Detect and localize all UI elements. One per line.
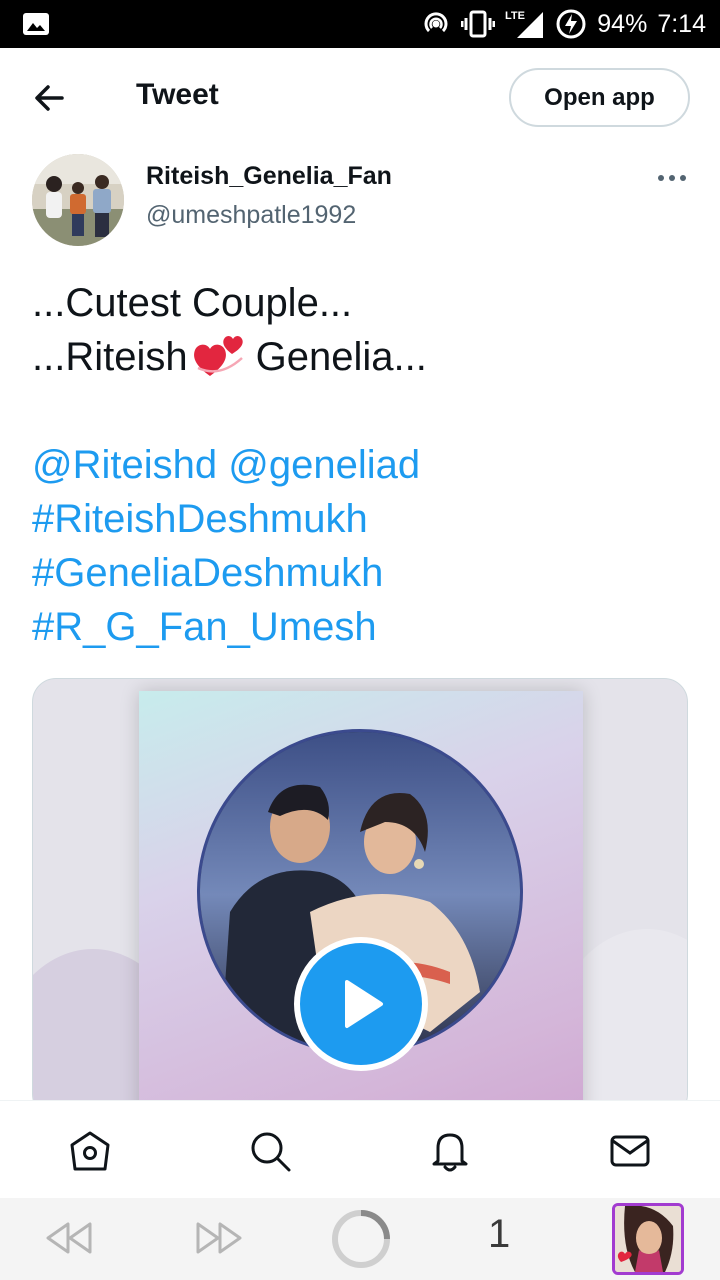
tweet-line: ...Cutest Couple... bbox=[32, 281, 353, 325]
tweet-line: ...Riteish Genelia... bbox=[32, 330, 692, 384]
more-dot bbox=[669, 175, 675, 181]
more-dot bbox=[658, 175, 664, 181]
tweet-line: @Riteishd @geneliad bbox=[32, 438, 692, 492]
tab-thumbnail-image bbox=[615, 1206, 681, 1272]
hashtag-link[interactable]: #R_G_Fan_Umesh bbox=[32, 600, 692, 654]
tweet-header: Tweet Open app bbox=[0, 48, 720, 148]
search-icon[interactable] bbox=[248, 1129, 292, 1173]
play-button[interactable] bbox=[294, 937, 428, 1071]
vibrate-icon bbox=[461, 10, 496, 38]
loading-icon[interactable] bbox=[330, 1208, 392, 1270]
author-name[interactable]: Riteish_Genelia_Fan bbox=[146, 162, 392, 191]
page-title: Tweet bbox=[136, 78, 219, 111]
hashtag-link[interactable]: #GeneliaDeshmukh bbox=[32, 546, 692, 600]
forward-icon[interactable] bbox=[190, 1218, 244, 1258]
notifications-icon[interactable] bbox=[428, 1129, 472, 1173]
avatar[interactable] bbox=[32, 154, 124, 246]
play-icon bbox=[345, 980, 383, 1028]
tweet-text-segment: ...Riteish bbox=[32, 335, 188, 379]
tab-count[interactable]: 1 bbox=[488, 1212, 510, 1257]
tab-thumbnail[interactable] bbox=[612, 1203, 684, 1275]
signal-icon: LTE bbox=[505, 10, 544, 38]
clock: 7:14 bbox=[657, 9, 706, 38]
home-icon[interactable] bbox=[68, 1129, 112, 1173]
revolving-hearts-emoji bbox=[193, 336, 243, 376]
open-app-button[interactable]: Open app bbox=[509, 68, 690, 127]
back-icon[interactable] bbox=[44, 1218, 98, 1258]
battery-percent: 94% bbox=[597, 9, 648, 38]
battery-saver-icon bbox=[556, 9, 586, 39]
hashtag-link[interactable]: #RiteishDeshmukh bbox=[32, 492, 692, 546]
tweet-text: ...Cutest Couple... ...Riteish Genelia..… bbox=[32, 276, 692, 654]
author-handle[interactable]: @umeshpatle1992 bbox=[146, 201, 356, 230]
gallery-icon bbox=[23, 13, 49, 35]
avatar-image bbox=[32, 154, 124, 246]
messages-icon[interactable] bbox=[608, 1129, 652, 1173]
hotspot-icon bbox=[424, 12, 448, 33]
tweet-text-segment: Genelia... bbox=[255, 335, 427, 379]
mention-link[interactable]: @Riteishd bbox=[32, 443, 217, 487]
bottom-navigation bbox=[0, 1100, 720, 1198]
arrow-left-icon[interactable] bbox=[28, 78, 70, 118]
mention-link[interactable]: @geneliad bbox=[228, 443, 420, 487]
status-icons: LTE 94% 7:14 bbox=[421, 0, 706, 48]
status-bar: LTE 94% 7:14 bbox=[0, 0, 720, 48]
browser-toolbar: 1 bbox=[0, 1198, 720, 1280]
svg-text:LTE: LTE bbox=[505, 10, 525, 22]
more-options-icon[interactable] bbox=[652, 166, 692, 190]
tweet-video[interactable] bbox=[32, 678, 688, 1118]
more-dot bbox=[680, 175, 686, 181]
